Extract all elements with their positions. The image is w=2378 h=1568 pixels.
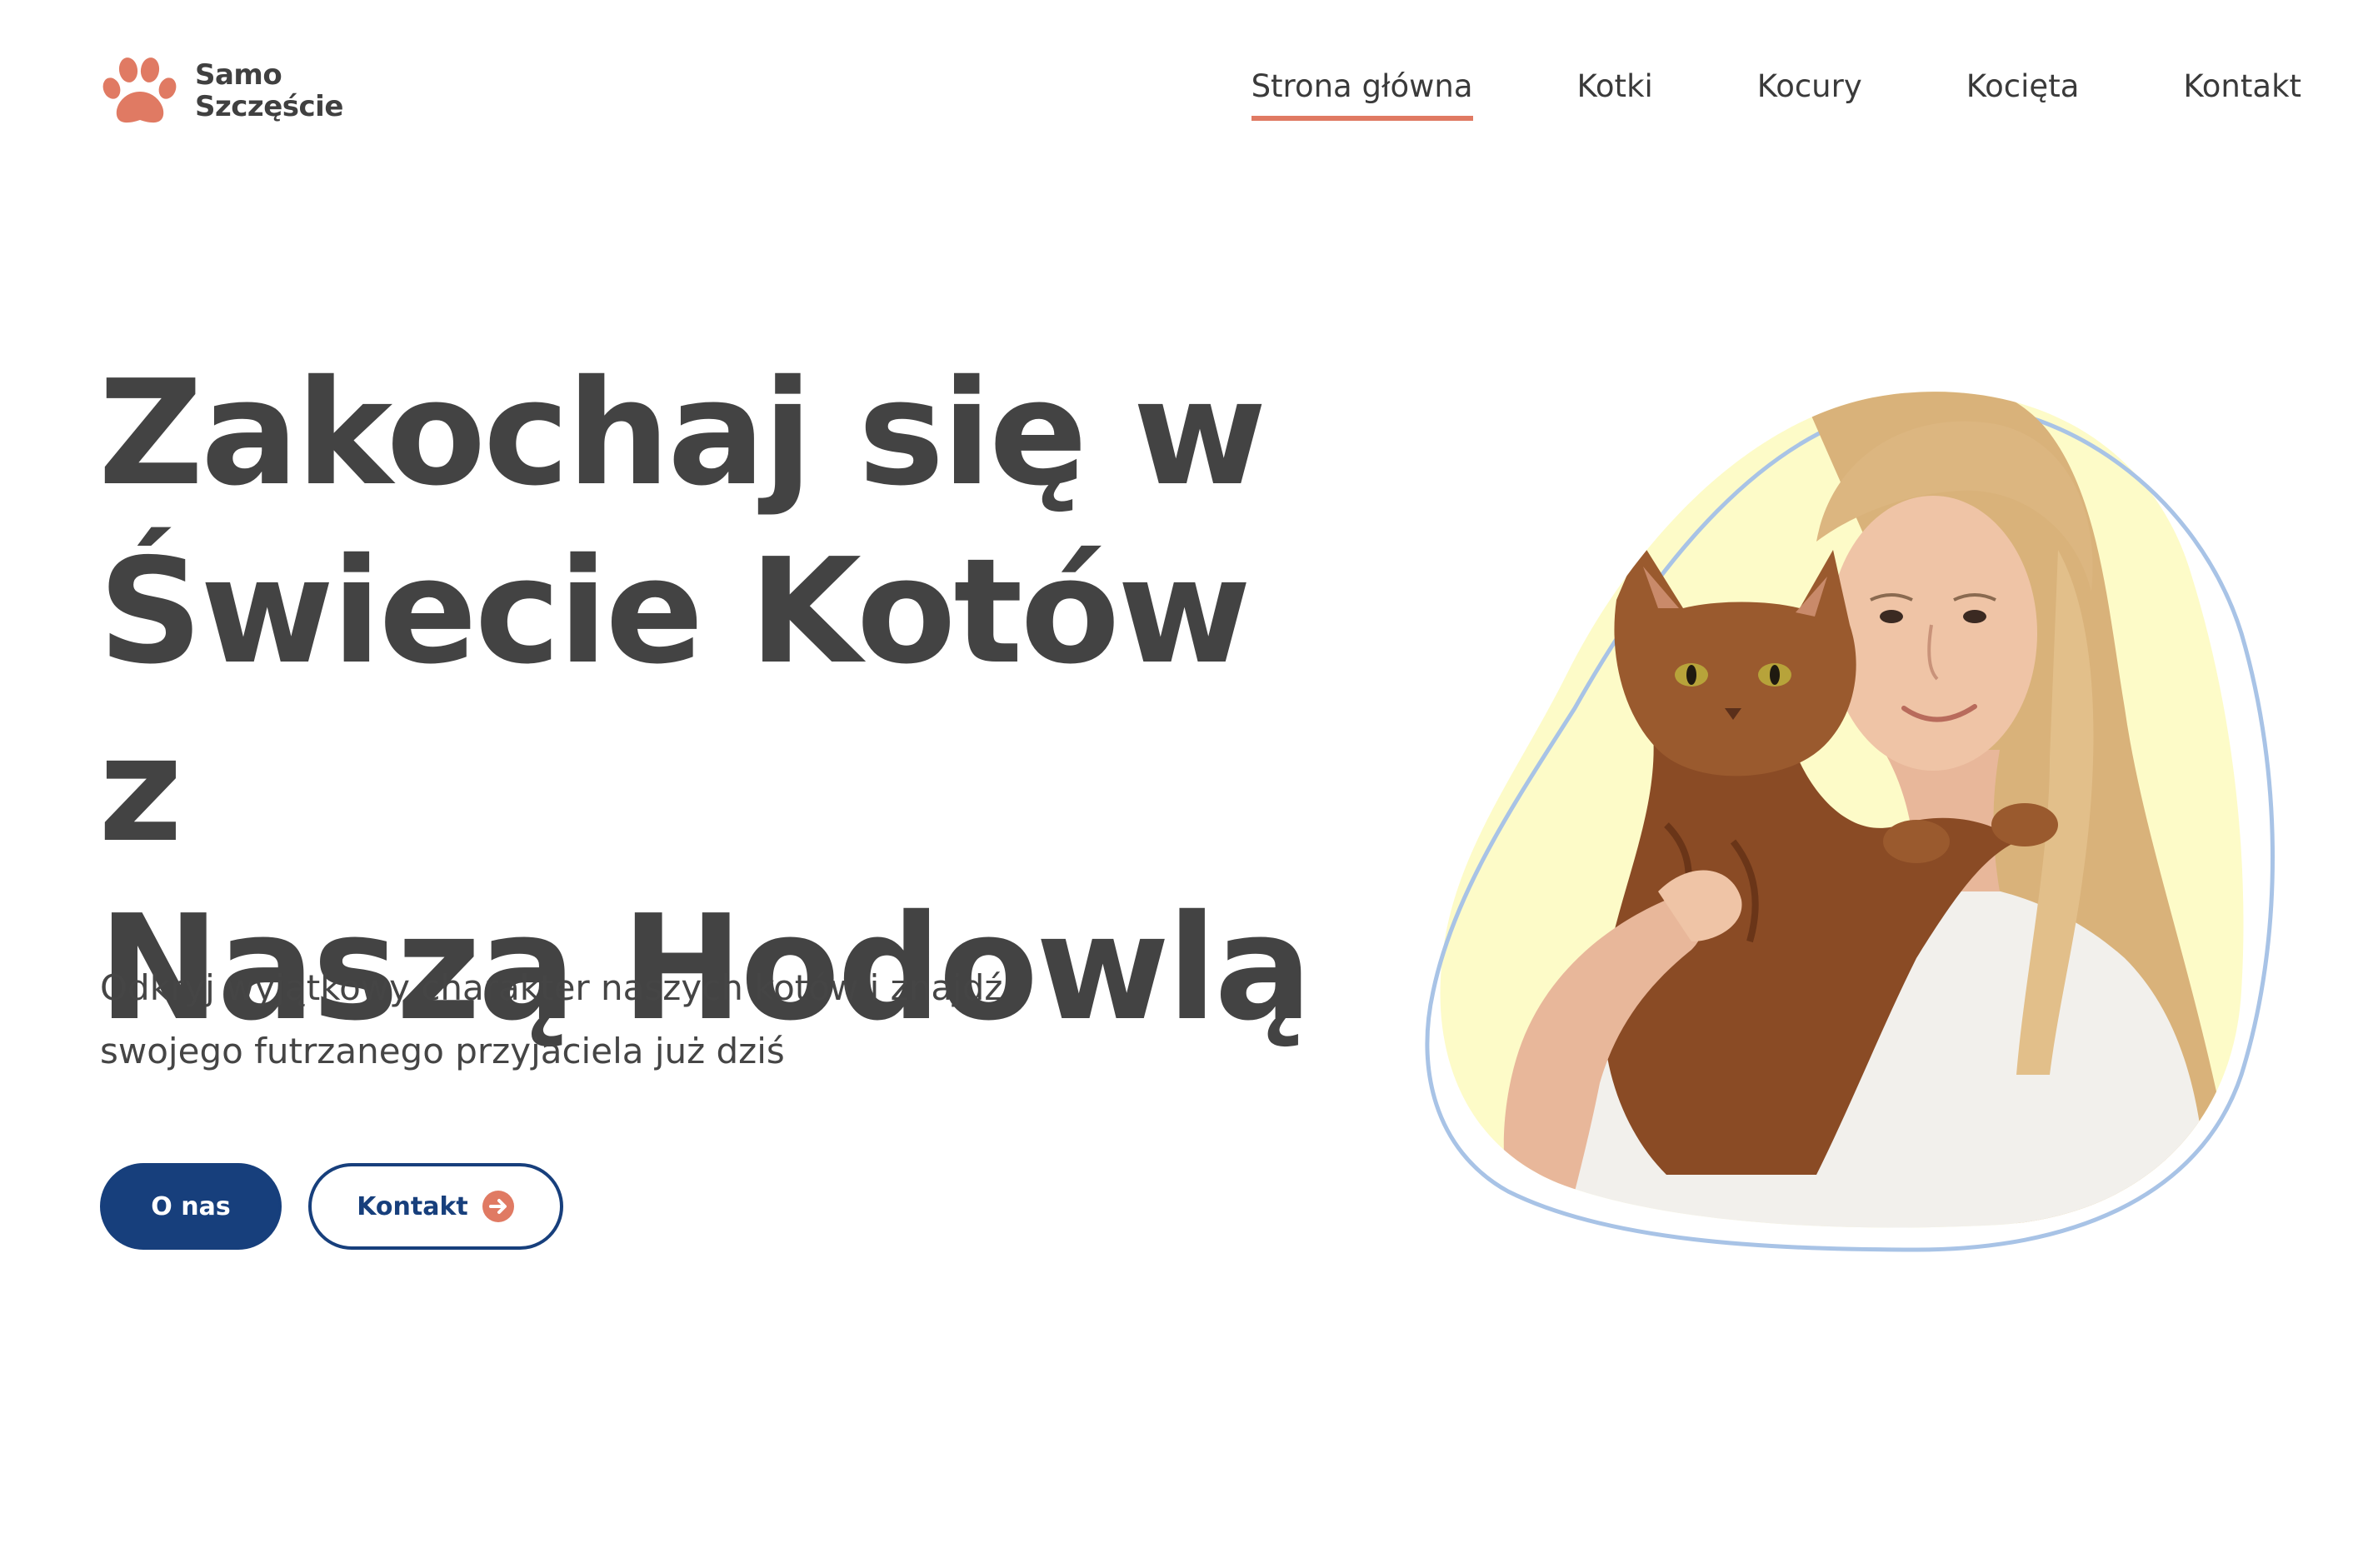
hero-title-line2: Świecie Kotów z: [98, 527, 1251, 875]
hero-subtitle-line2: swojego futrzanego przyjaciela już dziś: [100, 1031, 785, 1071]
brand-name-line1: Samo: [195, 58, 282, 92]
hero-title: Zakochaj się w Świecie Kotów z Naszą Hod…: [98, 345, 1315, 1058]
hero-subtitle: Odkryj wyjątkowy charakter naszych kotów…: [100, 956, 1042, 1083]
brand-name-line2: Szczęście: [195, 90, 343, 123]
hero-title-line1: Zakochaj się w: [98, 349, 1266, 518]
about-button[interactable]: O nas: [100, 1163, 282, 1250]
hero-buttons: O nas Kontakt: [100, 1163, 563, 1250]
arrow-right-circle-icon: [482, 1191, 514, 1222]
about-button-label: O nas: [151, 1191, 231, 1221]
hero-photo: [1425, 392, 2275, 1252]
main-nav: Strona główna Kotki Kocury Kocięta Konta…: [1251, 68, 2301, 121]
nav-item-kocieta[interactable]: Kocięta: [1966, 68, 2080, 121]
nav-item-kotki[interactable]: Kotki: [1577, 68, 1653, 121]
nav-item-kontakt[interactable]: Kontakt: [2183, 68, 2301, 121]
brand-name: Samo Szczęście: [195, 59, 343, 122]
contact-button[interactable]: Kontakt: [308, 1163, 563, 1250]
contact-button-label: Kontakt: [357, 1191, 468, 1221]
hero-subtitle-line1: Odkryj wyjątkowy charakter naszych kotów…: [100, 967, 1003, 1008]
paw-icon: [102, 57, 177, 123]
logo[interactable]: Samo Szczęście: [100, 55, 343, 127]
nav-item-kocury[interactable]: Kocury: [1757, 68, 1862, 121]
nav-item-home[interactable]: Strona główna: [1251, 68, 1473, 121]
hero-image: [1416, 358, 2308, 1258]
